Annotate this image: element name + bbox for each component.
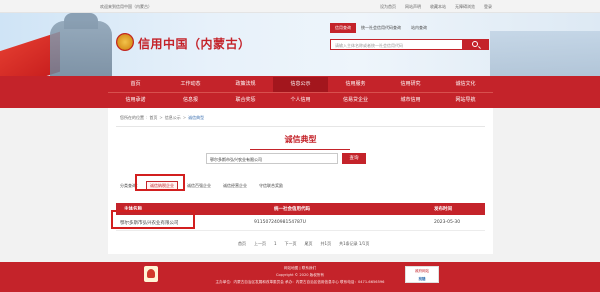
header-credit-code: 统一社会信用代码 <box>274 207 310 212</box>
header-publish-date: 发布时间 <box>434 207 452 212</box>
nav-item-personal-credit[interactable]: 个人信用 <box>273 93 328 107</box>
nav-item-credit-service[interactable]: 信用服务 <box>328 77 383 92</box>
footer-links[interactable]: 网站地图 | 联系我们 <box>0 266 600 271</box>
pager-total-pages: 共1页 <box>320 241 332 246</box>
search-icon <box>472 41 478 47</box>
search-tabs: 信用查询 统一社会信用代码查询 站内查询 <box>330 23 432 33</box>
highlight-box-result <box>111 210 195 229</box>
nav-item-credit-research[interactable]: 信用研究 <box>383 77 438 92</box>
header-search-button[interactable] <box>463 39 489 50</box>
skyline-decoration <box>490 31 600 76</box>
tab-site-query[interactable]: 站内查询 <box>406 23 432 33</box>
nav-item-public-info[interactable]: 信息公示 <box>273 77 328 92</box>
nav-row-2: 信用承诺 信息报 联合奖惩 个人信用 信易贷企业 城市信用 网站导航 <box>108 92 493 107</box>
company-search-input[interactable]: 鄂尔多斯市弘兴农业有限公司 <box>206 153 338 164</box>
breadcrumb: 您所在的位置 : 首页 > 信息公示 > 诚信典型 <box>120 115 204 121</box>
row-credit-code: 91150724098154787U <box>254 220 306 225</box>
nav-item-credit-promise[interactable]: 信用承诺 <box>108 93 163 107</box>
nav-item-joint-rewards[interactable]: 联合奖惩 <box>218 93 273 107</box>
header-banner: 信用中国（内蒙古） 信用查询 统一社会信用代码查询 站内查询 请输入主体名称或者… <box>0 13 600 76</box>
breadcrumb-separator: : <box>146 115 148 120</box>
pager-next[interactable]: 下一页 <box>283 240 299 248</box>
divider <box>116 126 485 127</box>
highlight-box-category <box>135 174 185 191</box>
site-statement-link[interactable]: 网站声明 <box>405 4 421 10</box>
tab-credit-query[interactable]: 信用查询 <box>330 23 356 33</box>
category-joint-rewards[interactable]: 守信联合奖励 <box>256 182 286 190</box>
nav-item-site-nav[interactable]: 网站导航 <box>438 93 493 107</box>
nav-item-work-news[interactable]: 工作动态 <box>163 77 218 92</box>
top-bar: 欢迎来到信用中国（内蒙古） 设为首页 网站声明 收藏本站 无障碍浏览 登录 <box>0 0 600 13</box>
breadcrumb-separator: > <box>182 115 187 120</box>
footer-sponsor: 主办单位：内蒙古自治区发展和改革委员会 承办：内蒙古自治区信用信息中心 联系电话… <box>215 280 385 284</box>
site-title: 信用中国（内蒙古） <box>138 37 251 51</box>
breadcrumb-current: 诚信典型 <box>188 115 205 120</box>
pagination: 首页 上一页 1 下一页 尾页 共1页 共1条记录 1/1页 <box>236 240 371 248</box>
nav-item-integrity-culture[interactable]: 诚信文化 <box>438 77 493 92</box>
tab-code-query[interactable]: 统一社会信用代码查询 <box>356 23 406 33</box>
nav-item-credit-loan[interactable]: 信易贷企业 <box>328 93 383 107</box>
top-links: 设为首页 网站声明 收藏本站 无障碍浏览 登录 <box>380 4 492 10</box>
nav-item-info-report[interactable]: 信息报 <box>163 93 218 107</box>
query-button[interactable]: 查询 <box>342 153 366 164</box>
breadcrumb-separator: > <box>159 115 163 120</box>
pager-page-1[interactable]: 1 <box>272 240 279 248</box>
breadcrumb-location: 您所在的位置 <box>120 115 144 120</box>
gov-website-badge[interactable]: 政府网站 找错 <box>405 266 439 283</box>
category-honest-business[interactable]: 诚信经营企业 <box>220 182 250 190</box>
pager-first[interactable]: 首页 <box>236 240 248 248</box>
nav-item-city-credit[interactable]: 城市信用 <box>383 93 438 107</box>
footer-copyright: Copyright © 2020 版权所有 <box>275 273 325 277</box>
login-link[interactable]: 登录 <box>484 4 492 10</box>
pager-last[interactable]: 尾页 <box>303 240 315 248</box>
pager-summary: 共1条记录 1/1页 <box>339 241 370 246</box>
main-content: 您所在的位置 : 首页 > 信息公示 > 诚信典型 诚信典型 鄂尔多斯市弘兴农业… <box>108 108 493 254</box>
nav-item-home[interactable]: 首页 <box>108 77 163 92</box>
main-nav: 首页 工作动态 政策法规 信息公示 信用服务 信用研究 诚信文化 信用承诺 信息… <box>0 76 600 108</box>
breadcrumb-home[interactable]: 首页 <box>149 115 157 121</box>
page: 欢迎来到信用中国（内蒙古） 设为首页 网站声明 收藏本站 无障碍浏览 登录 信用… <box>0 0 600 292</box>
welcome-text: 欢迎来到信用中国（内蒙古） <box>100 4 152 9</box>
row-publish-date: 2023-05-30 <box>434 220 461 225</box>
badge-subtitle: 找错 <box>418 277 426 281</box>
accessibility-link[interactable]: 无障碍浏览 <box>455 4 475 10</box>
breadcrumb-public-info[interactable]: 信息公示 <box>165 115 181 121</box>
page-title: 诚信典型 <box>284 135 317 144</box>
landmark-decoration <box>50 21 112 76</box>
footer: 网站地图 | 联系我们 Copyright © 2020 版权所有 主办单位：内… <box>0 262 600 292</box>
pager-prev[interactable]: 上一页 <box>252 240 268 248</box>
badge-title: 政府网站 <box>415 269 429 273</box>
national-emblem-icon <box>116 33 134 51</box>
category-top-100[interactable]: 诚信百强企业 <box>184 182 214 190</box>
set-homepage-link[interactable]: 设为首页 <box>380 4 396 10</box>
bookmark-link[interactable]: 收藏本站 <box>430 4 446 10</box>
nav-item-policies[interactable]: 政策法规 <box>218 77 273 92</box>
header-search-input[interactable]: 请输入主体名称或者统一社会信用代码 <box>330 39 463 50</box>
nav-row-1: 首页 工作动态 政策法规 信息公示 信用服务 信用研究 诚信文化 <box>108 77 493 92</box>
title-underline <box>250 149 350 150</box>
